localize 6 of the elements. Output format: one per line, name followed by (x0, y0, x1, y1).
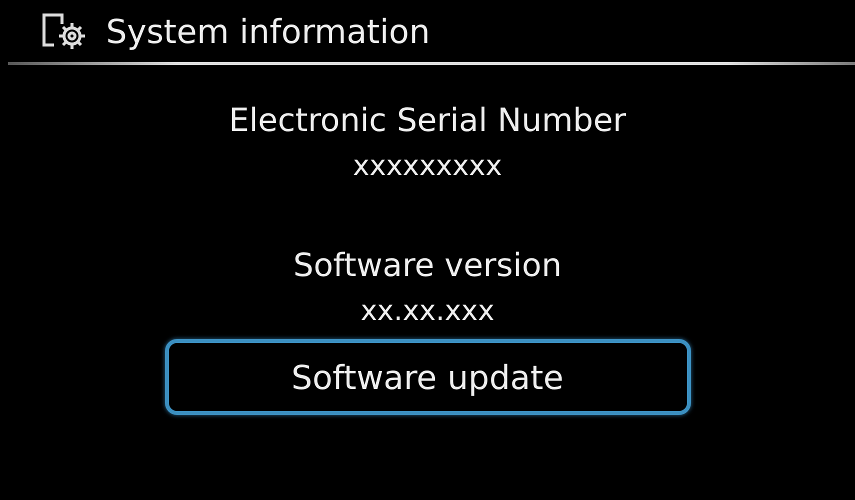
info-value: xxxxxxxxx (352, 149, 502, 182)
software-update-button[interactable]: Software update (164, 339, 690, 415)
screen-title: System information (106, 12, 430, 50)
info-value: xx.xx.xxx (360, 294, 494, 327)
info-label: Electronic Serial Number (228, 101, 626, 139)
info-label: Software version (293, 246, 562, 284)
